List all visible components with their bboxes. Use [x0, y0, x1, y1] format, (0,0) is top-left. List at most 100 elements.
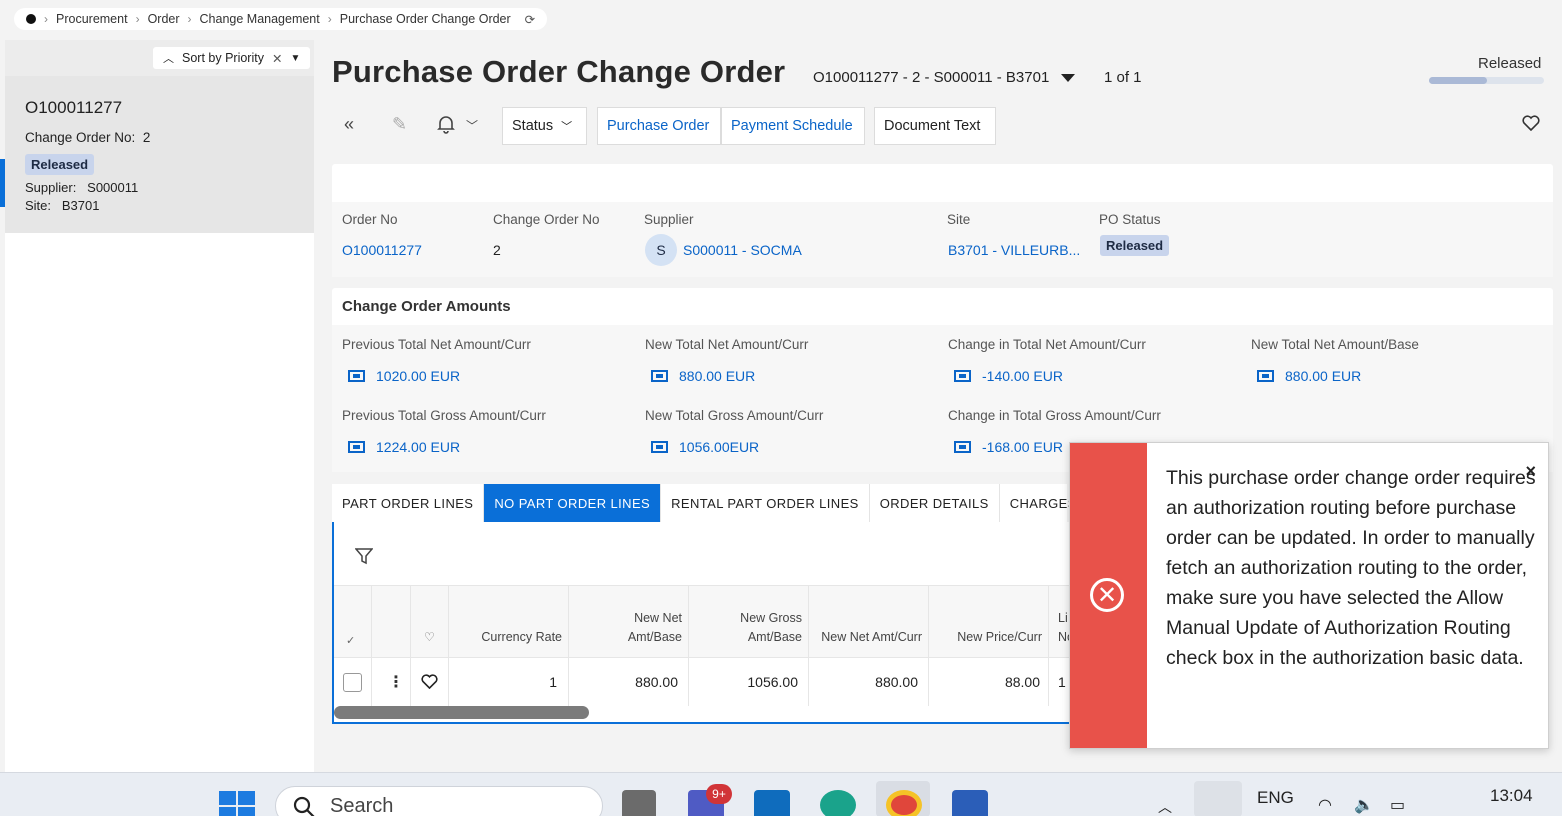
site-value[interactable]: B3701 - VILLEURB... — [948, 242, 1080, 258]
home-icon[interactable] — [26, 14, 36, 24]
money-icon — [651, 370, 668, 382]
breadcrumb-order[interactable]: Order — [148, 12, 180, 26]
grid-header-row: ✓ ♡ Currency Rate New Net Amt/Base New G… — [334, 585, 1072, 658]
document-text-button[interactable]: Document Text — [874, 107, 996, 145]
tab-part-order-lines[interactable]: PART ORDER LINES — [332, 484, 485, 522]
task-view-icon[interactable] — [622, 790, 656, 816]
tab-rental-part-order-lines[interactable]: RENTAL PART ORDER LINES — [661, 484, 870, 522]
purchase-order-button[interactable]: Purchase Order — [597, 107, 721, 145]
row-checkbox[interactable] — [343, 673, 362, 692]
col-new-price-curr[interactable]: New Price/Curr — [932, 628, 1042, 647]
amount-value[interactable]: 1020.00 EUR — [348, 368, 460, 384]
word-icon[interactable] — [952, 790, 988, 816]
amount-value-text: -168.00 EUR — [982, 439, 1063, 455]
record-selector[interactable]: O100011277 - 2 - S000011 - B3701 — [813, 69, 1076, 86]
select-all-icon[interactable]: ✓ — [346, 634, 355, 647]
outlook-icon[interactable] — [754, 790, 790, 816]
column-divider — [568, 585, 569, 706]
tab-no-part-order-lines[interactable]: NO PART ORDER LINES — [484, 484, 662, 522]
change-order-no-label: Change Order No — [493, 212, 600, 227]
col-new-net-amt-curr[interactable]: New Net Amt/Curr — [812, 628, 922, 647]
clock-time[interactable]: 13:04 — [1490, 786, 1533, 806]
chrome-icon[interactable] — [886, 790, 922, 816]
taskbar: Search 9+ ︿ ENG ◠ 🔈 ▭ 13:04 — [0, 772, 1562, 816]
chevron-down-icon: ﹀ — [561, 121, 573, 133]
column-divider — [448, 585, 449, 706]
amounts-title: Change Order Amounts — [342, 298, 511, 315]
tray-expand-icon[interactable]: ︿ — [1158, 797, 1172, 816]
col-line-no-line1[interactable]: Li — [1058, 609, 1068, 628]
col-new-gross-amt-base-line1[interactable]: New Gross — [692, 609, 802, 628]
payment-schedule-button[interactable]: Payment Schedule — [721, 107, 865, 145]
error-message: This purchase order change order require… — [1166, 467, 1536, 669]
money-icon — [954, 441, 971, 453]
sort-bar: ︿ Sort by Priority ✕ ▼ — [5, 40, 314, 76]
amount-value[interactable]: 880.00 EUR — [651, 368, 755, 384]
order-info-band: Order No O100011277 Change Order No 2 Su… — [332, 202, 1553, 277]
amount-value-text: 880.00 EUR — [1285, 368, 1362, 384]
breadcrumb-change-management[interactable]: Change Management — [200, 12, 320, 26]
horizontal-scrollbar[interactable] — [334, 706, 589, 719]
edit-icon[interactable]: ✎ — [392, 114, 407, 135]
col-new-net-amt-base-line1[interactable]: New Net — [572, 609, 682, 628]
col-currency-rate[interactable]: Currency Rate — [452, 628, 562, 647]
col-new-gross-amt-base-line2[interactable]: Amt/Base — [692, 628, 802, 647]
record-count: 1 of 1 — [1104, 69, 1142, 86]
sort-dropdown-icon[interactable]: ▼ — [290, 53, 300, 64]
col-new-net-amt-base-line2[interactable]: Amt/Base — [572, 628, 682, 647]
amount-label: Change in Total Net Amount/Curr — [948, 337, 1146, 352]
search-icon — [292, 795, 316, 816]
volume-icon[interactable]: 🔈 — [1354, 795, 1374, 815]
sort-label: Sort by Priority — [182, 51, 264, 65]
cell-currency-rate: 1 — [549, 674, 557, 690]
microphone-muted-icon[interactable] — [1194, 781, 1242, 816]
collapse-left-icon[interactable]: « — [344, 114, 354, 135]
po-status-row: Released — [1100, 235, 1170, 256]
money-icon — [348, 370, 365, 382]
amount-value[interactable]: 880.00 EUR — [1257, 368, 1361, 384]
row-favorite-icon[interactable] — [421, 674, 438, 694]
amount-value[interactable]: 1056.00EUR — [651, 439, 759, 455]
battery-icon[interactable]: ▭ — [1390, 795, 1405, 815]
sort-ascending-icon: ︿ — [163, 53, 174, 65]
wifi-icon[interactable]: ◠ — [1318, 795, 1332, 815]
chevron-right-icon: › — [135, 12, 140, 26]
change-order-no-value: 2 — [493, 242, 501, 258]
tab-order-details[interactable]: ORDER DETAILS — [870, 484, 1000, 522]
money-icon — [954, 370, 971, 382]
refresh-icon[interactable]: ⟳ — [525, 12, 535, 27]
edge-icon[interactable] — [820, 790, 856, 816]
amount-value[interactable]: 1224.00 EUR — [348, 439, 460, 455]
favorite-icon[interactable] — [1522, 115, 1540, 136]
breadcrumb-procurement[interactable]: Procurement — [56, 12, 128, 26]
record-card[interactable]: O100011277 Change Order No: 2 Released S… — [0, 76, 314, 233]
card-change-value: 2 — [142, 130, 151, 145]
order-no-value[interactable]: O100011277 — [342, 242, 422, 258]
amount-value-text: 1020.00 EUR — [376, 368, 461, 384]
teams-badge: 9+ — [706, 784, 732, 804]
taskbar-search[interactable]: Search — [275, 786, 603, 816]
sort-chip[interactable]: ︿ Sort by Priority ✕ ▼ — [153, 47, 311, 69]
caret-down-icon[interactable] — [1061, 73, 1076, 82]
supplier-label: Supplier — [644, 212, 694, 227]
status-badge: Released — [25, 154, 95, 175]
windows-start-icon[interactable] — [219, 791, 255, 816]
breadcrumb: › Procurement › Order › Change Managemen… — [14, 8, 548, 30]
clear-sort-icon[interactable]: ✕ — [272, 51, 282, 66]
notification-icon[interactable] — [437, 114, 455, 139]
favorite-column-icon: ♡ — [424, 630, 435, 644]
notification-dropdown-icon[interactable]: ﹀ — [466, 117, 478, 134]
language-indicator[interactable]: ENG — [1257, 788, 1294, 808]
amount-value[interactable]: -168.00 EUR — [954, 439, 1063, 455]
po-status-badge: Released — [1100, 235, 1170, 256]
close-icon[interactable]: × — [1525, 461, 1536, 482]
row-menu-icon[interactable]: ⋮ — [388, 672, 404, 692]
supplier-value[interactable]: S000011 - SOCMA — [683, 242, 802, 258]
amount-value[interactable]: -140.00 EUR — [954, 368, 1063, 384]
card-change-order: Change Order No: 2 — [25, 130, 150, 145]
filter-icon[interactable] — [354, 547, 374, 570]
status-progress — [1429, 77, 1544, 84]
status-button[interactable]: Status ﹀ — [502, 107, 587, 145]
card-site: Site: B3701 — [25, 198, 99, 213]
amount-label: Change in Total Gross Amount/Curr — [948, 408, 1161, 423]
